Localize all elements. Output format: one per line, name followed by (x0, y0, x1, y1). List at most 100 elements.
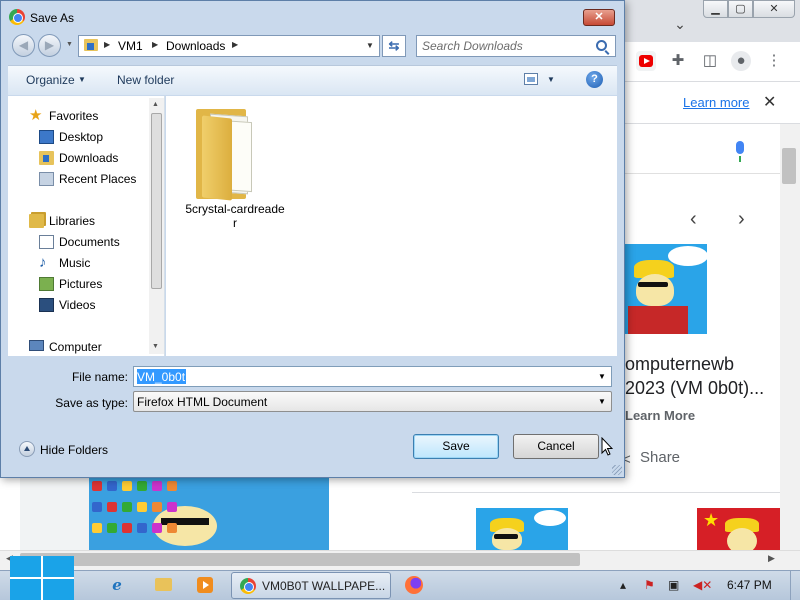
wallpaper-desktop-icons (92, 481, 182, 541)
thumbnail-flag-image[interactable] (697, 508, 780, 554)
page-scrollbar-thumb[interactable] (782, 148, 796, 184)
file-item-label[interactable]: 5crystal-cardreader (184, 202, 286, 230)
refresh-icon[interactable]: ⇆ (382, 35, 406, 57)
nav-label: Downloads (59, 151, 119, 165)
recent-places-icon (39, 172, 54, 186)
scroll-down-icon[interactable]: ▼ (152, 343, 159, 350)
result-card-image[interactable] (612, 244, 780, 334)
scroll-up-icon[interactable]: ▲ (152, 101, 159, 108)
dialog-close-icon[interactable]: ✕ (583, 9, 615, 26)
chrome-icon (240, 578, 256, 594)
chrome-icon (9, 9, 25, 25)
search-box[interactable] (416, 35, 616, 57)
breadcrumb-chevron-icon[interactable]: ▶ (104, 40, 110, 49)
cancel-button[interactable]: Cancel (513, 434, 599, 459)
horizontal-scrollbar-thumb[interactable] (20, 553, 580, 566)
downloads-folder-icon (84, 39, 98, 51)
card-title-line-2: 2023 (VM 0b0t)... (625, 378, 765, 398)
network-icon[interactable]: ▣ (668, 578, 679, 592)
media-player-icon[interactable] (190, 572, 220, 598)
window-controls: ▁ ▢ ✕ (703, 0, 795, 20)
collapse-up-icon[interactable] (19, 441, 35, 457)
microphone-icon[interactable] (733, 141, 747, 163)
breadcrumb-chevron-icon[interactable]: ▶ (152, 40, 158, 49)
thumbnail-comic-image[interactable] (476, 508, 568, 550)
taskbar-clock[interactable]: 6:47 PM (727, 578, 772, 592)
search-icon[interactable] (596, 40, 607, 51)
file-name-input-wrapper[interactable] (133, 366, 612, 387)
kebab-menu-icon[interactable]: ⋮ (764, 51, 784, 71)
dialog-title: Save As (30, 11, 75, 25)
share-button[interactable]: Share (640, 449, 680, 466)
card-learn-more-link[interactable]: Learn More (625, 408, 695, 423)
nav-label: Pictures (59, 277, 103, 291)
computer-icon (29, 340, 44, 351)
search-input[interactable] (422, 38, 592, 54)
nav-label: Desktop (59, 130, 104, 144)
folder-icon[interactable] (196, 103, 256, 201)
internet-explorer-icon[interactable]: e (102, 572, 132, 598)
hide-folders-button[interactable]: Hide Folders (40, 443, 108, 457)
star-icon: ★ (29, 107, 43, 124)
change-view-icon[interactable] (524, 73, 538, 85)
windows-logo-icon[interactable] (10, 556, 74, 600)
file-name-label: File name: (71, 370, 128, 384)
nav-label: Favorites (49, 109, 99, 123)
breadcrumb-chevron-icon[interactable]: ▶ (232, 40, 238, 49)
tray-overflow-icon[interactable]: ▴ (620, 578, 626, 592)
breadcrumb-vm1[interactable]: VM1 (118, 39, 143, 53)
scroll-right-icon[interactable]: ▶ (768, 553, 775, 564)
result-card-title[interactable]: omputernewb 2023 (VM 0b0t)... (625, 352, 785, 400)
nav-label: Recent Places (59, 172, 137, 186)
comic-image (624, 244, 707, 334)
resize-grip[interactable] (612, 465, 622, 475)
organize-chevron-icon[interactable]: ▼ (78, 75, 86, 84)
nav-label: Computer (49, 340, 102, 354)
nav-label: Libraries (49, 214, 96, 228)
nav-pane-scrollbar-thumb[interactable] (151, 113, 162, 289)
organize-button[interactable]: Organize (26, 73, 75, 87)
chrome-taskbar-button[interactable]: VM0B0T WALLPAPE... (231, 572, 391, 599)
help-icon[interactable]: ? (586, 71, 603, 88)
infobar-close-icon[interactable]: ✕ (763, 92, 776, 112)
maximize-icon[interactable]: ▢ (728, 0, 753, 18)
carousel-next-icon[interactable]: › (738, 208, 745, 231)
save-button[interactable]: Save (413, 434, 499, 459)
new-folder-button[interactable]: New folder (117, 73, 174, 87)
back-arrow-icon[interactable]: ◀ (12, 34, 35, 57)
nav-label: Documents (59, 235, 120, 249)
file-name-input[interactable] (137, 369, 577, 384)
minimize-icon[interactable]: ▁ (703, 0, 728, 18)
show-desktop-button[interactable] (790, 571, 800, 600)
carousel-prev-icon[interactable]: ‹ (690, 208, 697, 231)
view-options-chevron-icon[interactable]: ▼ (547, 75, 555, 84)
profile-avatar-icon[interactable]: ● (731, 51, 751, 71)
documents-icon (39, 235, 54, 249)
volume-muted-icon[interactable]: ◀✕ (693, 578, 712, 592)
firefox-icon[interactable] (405, 576, 423, 594)
side-panel-icon[interactable]: ◫ (700, 51, 720, 71)
page-scrollbar[interactable] (780, 124, 800, 570)
save-as-type-label: Save as type: (55, 396, 128, 410)
close-window-icon[interactable]: ✕ (753, 0, 795, 18)
breadcrumb-downloads[interactable]: Downloads (166, 39, 225, 53)
forward-arrow-icon[interactable]: ▶ (38, 34, 61, 57)
nav-label: Music (59, 256, 91, 270)
save-as-type-dropdown-icon[interactable]: ▼ (598, 397, 606, 406)
action-center-flag-icon[interactable]: ⚑ (644, 578, 655, 592)
youtube-extension-icon[interactable] (636, 51, 656, 71)
file-explorer-icon[interactable] (148, 572, 178, 598)
tab-search-chevron-icon[interactable]: ⌄ (672, 16, 688, 32)
downloads-folder-icon (39, 151, 54, 165)
libraries-icon (29, 214, 44, 228)
card-title-line-1: omputernewb (625, 354, 735, 374)
puzzle-extensions-icon[interactable]: ✚ (668, 51, 688, 71)
infobar-learn-more-link[interactable]: Learn more (683, 95, 749, 110)
desktop-icon (39, 130, 54, 144)
file-name-dropdown-icon[interactable]: ▼ (598, 372, 606, 381)
recent-locations-chevron-icon[interactable]: ▼ (66, 41, 73, 48)
save-as-type-value: Firefox HTML Document (137, 395, 268, 409)
page-search-bar[interactable] (625, 130, 780, 174)
address-dropdown-icon[interactable]: ▼ (366, 41, 374, 50)
pictures-icon (39, 277, 54, 291)
